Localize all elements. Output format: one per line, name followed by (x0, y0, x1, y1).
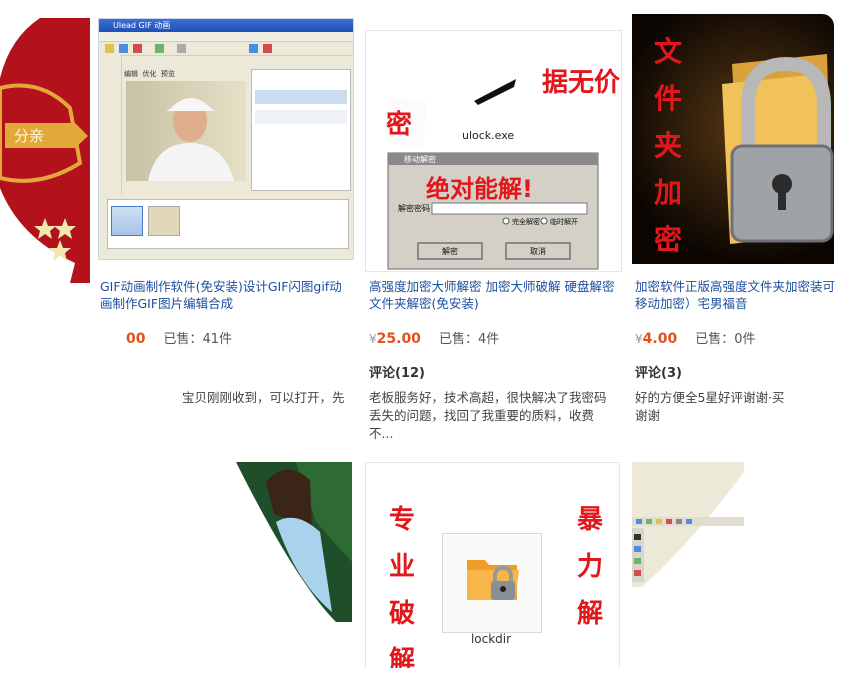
exe-label: ulock.exe (462, 129, 514, 142)
sold-count: 已售：41件 (163, 332, 233, 347)
tab-edit: 编辑 (124, 70, 138, 78)
product-image-girl[interactable] (236, 462, 352, 622)
folder-lock-icon (467, 560, 519, 600)
product-title[interactable]: 加密软件正版高强度文件夹加密装可移动加密）宅男福音 (635, 278, 835, 312)
price-row: ¥25.00 已售：4件 (369, 328, 499, 347)
product-title[interactable]: GIF动画制作软件(免安装)设计GIF闪图gif动画制作GIF图片编辑合成 (100, 278, 350, 312)
radio-full: 完全解密 (512, 217, 540, 226)
product-card-folder-encrypt[interactable]: 文 件 夹 加 密 加密软件正版高强度文件夹加密装可移动加密）宅男福音 ¥4.0… (632, 0, 837, 440)
thumb-fragment-red: 分亲 (0, 18, 90, 283)
thumb-top-text: 据无价! (542, 68, 621, 98)
lock-icon (722, 54, 834, 244)
review-count-link[interactable]: 评论(3) (635, 362, 682, 381)
dialog-field-label: 解密密码 (398, 203, 430, 213)
price: 25.00 (376, 331, 421, 347)
thumb-left-text: 密 (386, 109, 412, 140)
radio-temp: 临时解开 (550, 217, 578, 226)
review-count-link[interactable]: 评论(12) (369, 362, 425, 381)
price: 00 (126, 331, 146, 347)
dialog-big-text: 绝对能解! (426, 175, 533, 203)
tab-preview: 预览 (160, 70, 175, 78)
thumb-text: 分亲 (14, 127, 44, 145)
lockdir-label: lockdir (470, 632, 512, 646)
photo-man (126, 81, 246, 181)
review-snippet: 好的方便全5星好评谢谢·买谢谢 (635, 390, 785, 423)
product-card-decrypt[interactable]: 据无价! 密 ulock.exe 移动解密 绝对能解! 解密密码 完全解密 临时… (365, 0, 622, 441)
price-row: ¥4.00 已售：0件 (635, 328, 755, 347)
product-card-gif[interactable]: 分亲 Ulead GIF 动画 编辑 优化 预览 GIF动画制作软件(免安装)设… (0, 0, 355, 440)
thumb-right-text: 暴 力 解 (576, 505, 603, 629)
lockdir-icon-box (442, 533, 542, 633)
dialog-cancel-button: 取消 (530, 246, 546, 256)
sold-count: 已售：4件 (438, 332, 500, 347)
product-image-decrypt[interactable]: 据无价! 密 ulock.exe 移动解密 绝对能解! 解密密码 完全解密 临时… (365, 30, 622, 272)
product-image-folder-lock[interactable]: 文 件 夹 加 密 (632, 14, 834, 264)
product-image-software-fragment[interactable] (632, 462, 744, 587)
sold-count: 已售：0件 (695, 332, 756, 347)
currency: ¥ (369, 332, 377, 346)
price-row: 00 已售：41件 (126, 328, 232, 347)
dialog-title: 移动解密 (404, 154, 436, 164)
product-image-gif-app[interactable]: Ulead GIF 动画 编辑 优化 预览 (98, 18, 354, 260)
review-snippet: 老板服务好，技术高超，很快解决了我密码丢失的问题，找回了我重要的质料，收费不..… (369, 390, 607, 441)
window-title: Ulead GIF 动画 (99, 19, 353, 32)
currency: ¥ (635, 332, 643, 346)
review-snippet: 宝贝刚刚收到，可以打开，先 (182, 390, 345, 405)
tab-optimize: 优化 (142, 70, 157, 78)
price: 4.00 (642, 331, 678, 347)
thumb-vertical-text: 文 件 夹 加 密 (653, 35, 682, 256)
product-title[interactable]: 高强度加密大师解密 加密大师破解 硬盘解密文件夹解密(免安装) (369, 278, 617, 312)
thumb-left-text: 专 业 破 解 (388, 505, 415, 668)
product-image-lockdir[interactable]: 专 业 破 解 暴 力 解 lockdir (365, 462, 620, 668)
dialog-ok-button: 解密 (442, 246, 458, 256)
product-card-lockdir[interactable]: 专 业 破 解 暴 力 解 lockdir (365, 462, 620, 668)
